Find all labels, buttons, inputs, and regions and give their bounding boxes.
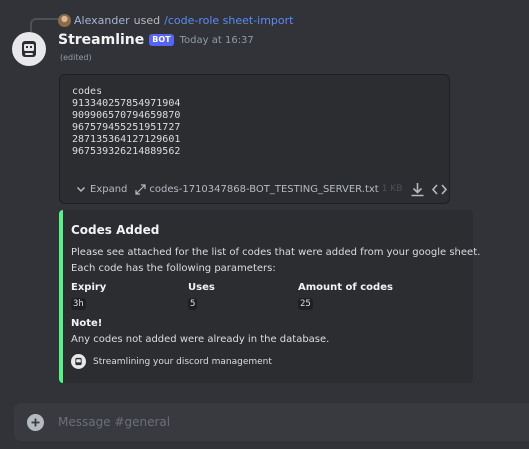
description-line: Each code has the following parameters: — [71, 263, 276, 274]
field-uses-value: 5 — [188, 298, 198, 310]
footer-robot-icon — [71, 354, 86, 369]
add-attachment-button[interactable] — [27, 414, 44, 431]
description-line: Please see attached for the list of code… — [71, 247, 481, 258]
field-amount-value: 25 — [298, 298, 313, 310]
download-icon — [411, 182, 424, 196]
slash-command-link[interactable]: /code-role sheet-import — [164, 14, 293, 27]
message-input[interactable] — [58, 403, 508, 441]
field-amount-name: Amount of codes — [298, 282, 393, 293]
attachment-filesize: 1 KB — [381, 184, 403, 194]
reply-reference[interactable]: Alexander used /code-role sheet-import — [58, 12, 293, 28]
expand-label: Expand — [90, 183, 128, 195]
field-expiry-name: Expiry — [71, 282, 107, 293]
embed-card: Codes Added Please see attached for the … — [59, 210, 481, 383]
code-line: 967579455251951727 — [72, 122, 181, 133]
replied-user-name[interactable]: Alexander — [74, 14, 130, 27]
bot-tag-badge: BOT — [149, 34, 174, 46]
reply-used-text: used — [133, 13, 161, 27]
note-text: Any codes not added were already in the … — [71, 334, 330, 345]
plus-icon — [31, 418, 40, 427]
code-line: codes — [72, 86, 103, 97]
embed-description: Please see attached for the list of code… — [71, 245, 481, 277]
expand-button[interactable]: Expand — [76, 184, 127, 195]
code-icon — [432, 183, 448, 195]
bot-username[interactable]: Streamline — [58, 32, 144, 48]
attachment-filename: codes-1710347868-BOT_TESTING_SERVER.txt — [149, 183, 379, 195]
field-expiry-value: 3h — [71, 298, 86, 310]
footer-text: Streamlining your discord management — [93, 356, 272, 367]
reply-connector — [30, 18, 58, 32]
code-line: 967539326214889562 — [72, 146, 181, 157]
diagonal-expand-icon — [135, 183, 147, 195]
robot-icon — [75, 357, 82, 366]
message-composer — [14, 403, 529, 441]
chevron-down-icon — [76, 186, 86, 193]
code-line: 913340257854971904 — [72, 98, 181, 109]
attachment-filename-link[interactable]: codes-1710347868-BOT_TESTING_SERVER.txt — [135, 183, 379, 195]
message-header: Streamline BOT Today at 16:37 — [58, 31, 254, 49]
attachment-footer: Expand codes-1710347868-BOT_TESTING_SERV… — [60, 175, 449, 203]
bot-avatar[interactable] — [12, 32, 46, 66]
note-title: Note! — [71, 318, 103, 329]
code-line: 909906570794659870 — [72, 110, 181, 121]
code-line: 287135364127129601 — [72, 134, 181, 145]
view-source-button[interactable] — [431, 181, 448, 198]
robot-icon — [22, 41, 36, 57]
message-timestamp: Today at 16:37 — [179, 34, 254, 46]
file-preview: codes 913340257854971904 909906570794659… — [72, 86, 180, 158]
edited-indicator: (edited) — [60, 53, 92, 62]
text-file-attachment: codes 913340257854971904 909906570794659… — [59, 74, 450, 204]
replied-user-avatar[interactable] — [58, 13, 71, 27]
field-uses-name: Uses — [188, 282, 215, 293]
embed-title: Codes Added — [71, 223, 160, 237]
download-button[interactable] — [409, 181, 426, 198]
embed-footer: Streamlining your discord management — [71, 354, 272, 369]
